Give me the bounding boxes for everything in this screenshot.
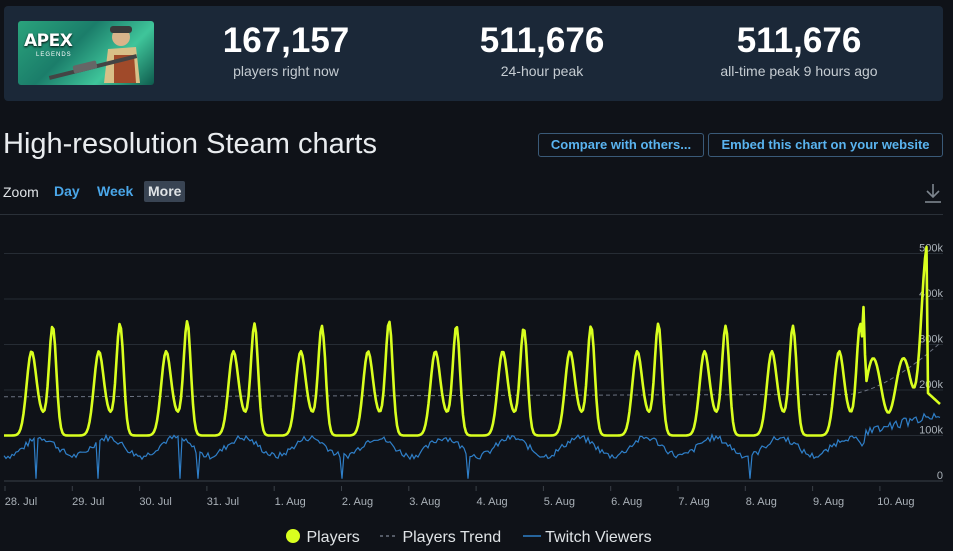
legend-players-label: Players	[306, 529, 360, 546]
x-tick-label: 9. Aug	[813, 496, 844, 508]
legend-players[interactable]: Players	[284, 527, 360, 547]
legend-twitch-marker	[523, 535, 541, 537]
x-tick-label: 8. Aug	[746, 496, 777, 508]
x-axis-ticks: 28. Jul 29. Jul 30. Jul 31. Jul 1. Aug 2. Aug…	[4, 486, 915, 508]
x-tick-label: 30. Jul	[139, 496, 171, 508]
zoom-week-button[interactable]: Week	[93, 181, 137, 202]
series-players-trend-line	[4, 342, 941, 398]
y-tick-label: 0	[937, 470, 943, 482]
x-tick-label: 3. Aug	[409, 496, 440, 508]
x-tick-label: 31. Jul	[207, 496, 239, 508]
y-tick-label: 500k	[919, 243, 943, 255]
x-tick-label: 5. Aug	[544, 496, 575, 508]
legend-players-trend-label: Players Trend	[402, 529, 502, 546]
x-tick-label: 4. Aug	[476, 496, 507, 508]
y-tick-label: 300k	[919, 334, 943, 346]
y-tick-label: 200k	[919, 379, 943, 391]
embed-chart-button[interactable]: Embed this chart on your website	[708, 133, 943, 157]
x-tick-label: 6. Aug	[611, 496, 642, 508]
download-icon[interactable]	[923, 182, 943, 204]
legend-trend-marker	[380, 535, 398, 537]
x-tick-label: 1. Aug	[275, 496, 306, 508]
peak-24h-label: 24-hour peak	[500, 63, 584, 79]
game-thumbnail[interactable]: APEX LEGENDS	[18, 21, 154, 85]
x-tick-label: 28. Jul	[5, 496, 37, 508]
legend-players-trend[interactable]: Players Trend	[380, 527, 501, 547]
x-tick-label: 29. Jul	[72, 496, 104, 508]
character-art	[48, 26, 140, 83]
chart-grid	[4, 253, 943, 482]
page-title: High-resolution Steam charts	[3, 128, 377, 160]
legend-players-marker	[286, 529, 300, 543]
zoom-label: Zoom	[3, 184, 39, 200]
stats-panel: APEX LEGENDS 167,157 players right now 5…	[4, 6, 943, 101]
current-players-label: players right now	[233, 63, 339, 79]
y-tick-label: 100k	[919, 425, 943, 437]
x-tick-label: 2. Aug	[342, 496, 373, 508]
legend-twitch-viewers[interactable]: Twitch Viewers	[523, 527, 652, 547]
stat-current: 167,157 players right now	[156, 21, 416, 80]
stat-24h-peak: 511,676 24-hour peak	[412, 21, 672, 80]
all-time-peak-label: all-time peak 9 hours ago	[720, 63, 878, 79]
stat-all-time-peak: 511,676 all-time peak 9 hours ago	[669, 21, 929, 80]
x-tick-label: 7. Aug	[678, 496, 709, 508]
peak-24h-value: 511,676	[479, 21, 605, 60]
compare-button[interactable]: Compare with others...	[538, 133, 704, 157]
series-players-line	[4, 245, 941, 437]
zoom-day-button[interactable]: Day	[50, 181, 84, 202]
x-tick-label: 10. Aug	[877, 496, 914, 508]
current-players-value: 167,157	[222, 21, 350, 60]
player-chart[interactable]: 0100k200k300k400k500k 28. Jul 29. Jul 30. …	[0, 215, 953, 515]
legend-twitch-viewers-label: Twitch Viewers	[545, 529, 652, 546]
zoom-more-button[interactable]: More	[144, 181, 186, 202]
all-time-peak-value: 511,676	[736, 21, 862, 60]
